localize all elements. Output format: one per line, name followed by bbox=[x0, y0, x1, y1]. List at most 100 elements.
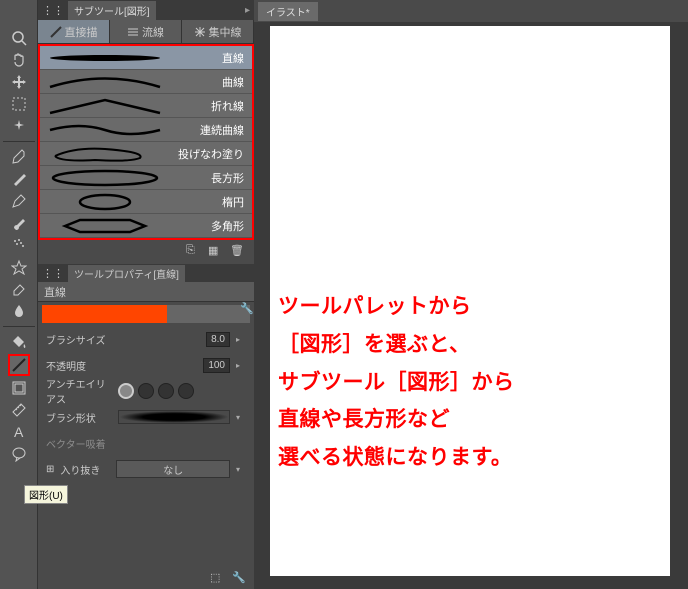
grip-icon[interactable]: ⋮⋮ bbox=[42, 267, 64, 280]
dropdown-icon[interactable]: ▾ bbox=[236, 413, 246, 422]
opacity-label: 不透明度 bbox=[46, 358, 112, 373]
figure-tool-icon[interactable] bbox=[8, 354, 30, 376]
tab-direct-draw[interactable]: 直接描 bbox=[38, 20, 110, 43]
line-preview-icon bbox=[40, 46, 170, 70]
subtool-item-line[interactable]: 直線 bbox=[40, 46, 252, 70]
expand-icon[interactable]: ⊞ bbox=[46, 464, 54, 475]
antialias-option-1[interactable] bbox=[118, 383, 134, 399]
focus-line-icon bbox=[194, 26, 206, 38]
tool-property-footer: ⬚ 🔧 bbox=[38, 569, 254, 589]
antialias-option-4[interactable] bbox=[178, 383, 194, 399]
canvas-tab-bar: イラスト* bbox=[254, 0, 688, 22]
subtool-label: 直線 bbox=[170, 50, 252, 66]
subtool-panel-header: ⋮⋮ サブツール[図形] ▸ bbox=[38, 0, 254, 20]
subtool-tabs: 直接描 流線 集中線 bbox=[38, 20, 254, 44]
decoration-tool-icon[interactable] bbox=[9, 257, 29, 277]
canvas-tab[interactable]: イラスト* bbox=[258, 2, 318, 21]
tool-property-title: ツールプロパティ[直線] bbox=[68, 265, 185, 282]
subtool-label: 折れ線 bbox=[170, 98, 252, 114]
opacity-row: 不透明度 100 ▸ bbox=[38, 352, 254, 378]
antialias-option-2[interactable] bbox=[138, 383, 154, 399]
color-gradient-bar[interactable] bbox=[42, 305, 250, 323]
grip-icon[interactable]: ⋮⋮ bbox=[42, 4, 64, 17]
subtool-list: 直線 曲線 折れ線 連続曲線 投げなわ塗り 長方形 楕円 多角形 bbox=[38, 44, 254, 240]
duplicate-subtool-icon[interactable]: ⎘ bbox=[186, 244, 202, 260]
subtool-label: 長方形 bbox=[170, 170, 252, 186]
tab-stream-line[interactable]: 流線 bbox=[110, 20, 182, 43]
subtool-item-ellipse[interactable]: 楕円 bbox=[40, 190, 252, 214]
magnify-tool-icon[interactable] bbox=[9, 28, 29, 48]
subtool-item-lasso[interactable]: 投げなわ塗り bbox=[40, 142, 252, 166]
polygon-preview-icon bbox=[40, 214, 170, 238]
ellipse-preview-icon bbox=[40, 190, 170, 214]
curve-preview-icon bbox=[40, 70, 170, 94]
brush-size-label: ブラシサイズ bbox=[46, 332, 112, 347]
svg-text:A: A bbox=[14, 424, 24, 440]
stroke-label: 入り抜き bbox=[60, 462, 110, 477]
new-subtool-icon[interactable]: ▦ bbox=[208, 244, 224, 260]
direct-draw-icon bbox=[50, 26, 62, 38]
stream-line-icon bbox=[127, 26, 139, 38]
stepper-icon[interactable]: ▸ bbox=[236, 335, 246, 344]
tool-property-toolname: 直線 bbox=[38, 282, 254, 302]
vector-snap-label: ベクター吸着 bbox=[46, 436, 106, 451]
pencil-tool-icon[interactable] bbox=[9, 191, 29, 211]
brush-shape-row: ブラシ形状 ▾ bbox=[38, 404, 254, 430]
annotation-text: ツールパレットから ［図形］を選ぶと、 サブツール［図形］から 直線や長方形など… bbox=[278, 288, 515, 477]
tool-property-header: ⋮⋮ ツールプロパティ[直線] bbox=[38, 264, 254, 282]
brush-size-value[interactable]: 8.0 bbox=[206, 332, 230, 347]
tab-label: 集中線 bbox=[209, 24, 242, 40]
stepper-icon[interactable]: ▸ bbox=[236, 361, 246, 370]
stroke-select[interactable]: なし bbox=[116, 460, 230, 478]
subtool-item-rectangle[interactable]: 長方形 bbox=[40, 166, 252, 190]
subtool-label: 楕円 bbox=[170, 194, 252, 210]
antialias-label: アンチエイリアス bbox=[46, 376, 112, 406]
brush-tool-icon[interactable] bbox=[9, 213, 29, 233]
ruler-tool-icon[interactable] bbox=[9, 400, 29, 420]
airbrush-tool-icon[interactable] bbox=[9, 235, 29, 255]
subtool-item-curve[interactable]: 曲線 bbox=[40, 70, 252, 94]
rect-preview-icon bbox=[40, 166, 170, 190]
subtool-item-spline[interactable]: 連続曲線 bbox=[40, 118, 252, 142]
antialias-row: アンチエイリアス bbox=[38, 378, 254, 404]
frame-tool-icon[interactable] bbox=[9, 378, 29, 398]
tab-label: 流線 bbox=[142, 24, 164, 40]
subtool-label: 多角形 bbox=[170, 218, 252, 234]
dropdown-icon[interactable]: ▾ bbox=[236, 465, 246, 474]
lasso-preview-icon bbox=[40, 142, 170, 166]
subtool-item-polygon[interactable]: 多角形 bbox=[40, 214, 252, 238]
hand-tool-icon[interactable] bbox=[9, 50, 29, 70]
move-tool-icon[interactable] bbox=[9, 72, 29, 92]
eraser-tool-icon[interactable] bbox=[9, 279, 29, 299]
antialias-option-3[interactable] bbox=[158, 383, 174, 399]
eyedropper-tool-icon[interactable] bbox=[9, 147, 29, 167]
vector-snap-row: ベクター吸着 bbox=[38, 430, 254, 456]
wand-tool-icon[interactable] bbox=[9, 116, 29, 136]
panels-column: ⋮⋮ サブツール[図形] ▸ 直接描 流線 集中線 直線 曲線 折れ線 bbox=[38, 0, 254, 589]
subtool-footer: ⎘ ▦ 🗑 bbox=[38, 240, 254, 264]
opacity-value[interactable]: 100 bbox=[203, 358, 230, 373]
subtool-label: 連続曲線 bbox=[170, 122, 252, 138]
panel-menu-icon[interactable]: ▸ bbox=[245, 5, 250, 16]
tab-label: 直接描 bbox=[65, 24, 98, 40]
pen-tool-icon[interactable] bbox=[9, 169, 29, 189]
brush-shape-preview[interactable] bbox=[118, 410, 230, 424]
subtool-item-polyline[interactable]: 折れ線 bbox=[40, 94, 252, 118]
fill-tool-icon[interactable] bbox=[9, 332, 29, 352]
subtool-panel-title: サブツール[図形] bbox=[68, 1, 156, 20]
spline-preview-icon bbox=[40, 118, 170, 142]
stroke-row: ⊞ 入り抜き なし ▾ bbox=[38, 456, 254, 482]
figure-tool-tooltip: 図形(U) bbox=[24, 485, 68, 504]
polyline-preview-icon bbox=[40, 94, 170, 118]
selection-tool-icon[interactable] bbox=[9, 94, 29, 114]
tab-focus-line[interactable]: 集中線 bbox=[182, 20, 254, 43]
blend-tool-icon[interactable] bbox=[9, 301, 29, 321]
save-settings-icon[interactable]: ⬚ bbox=[210, 571, 226, 587]
tool-palette: 図形(U) A bbox=[0, 0, 38, 589]
balloon-tool-icon[interactable] bbox=[9, 444, 29, 464]
delete-subtool-icon[interactable]: 🗑 bbox=[230, 244, 246, 260]
wrench-icon[interactable]: 🔧 bbox=[232, 571, 248, 587]
brush-size-row: ブラシサイズ 8.0 ▸ bbox=[38, 326, 254, 352]
brush-shape-label: ブラシ形状 bbox=[46, 410, 112, 425]
text-tool-icon[interactable]: A bbox=[9, 422, 29, 442]
